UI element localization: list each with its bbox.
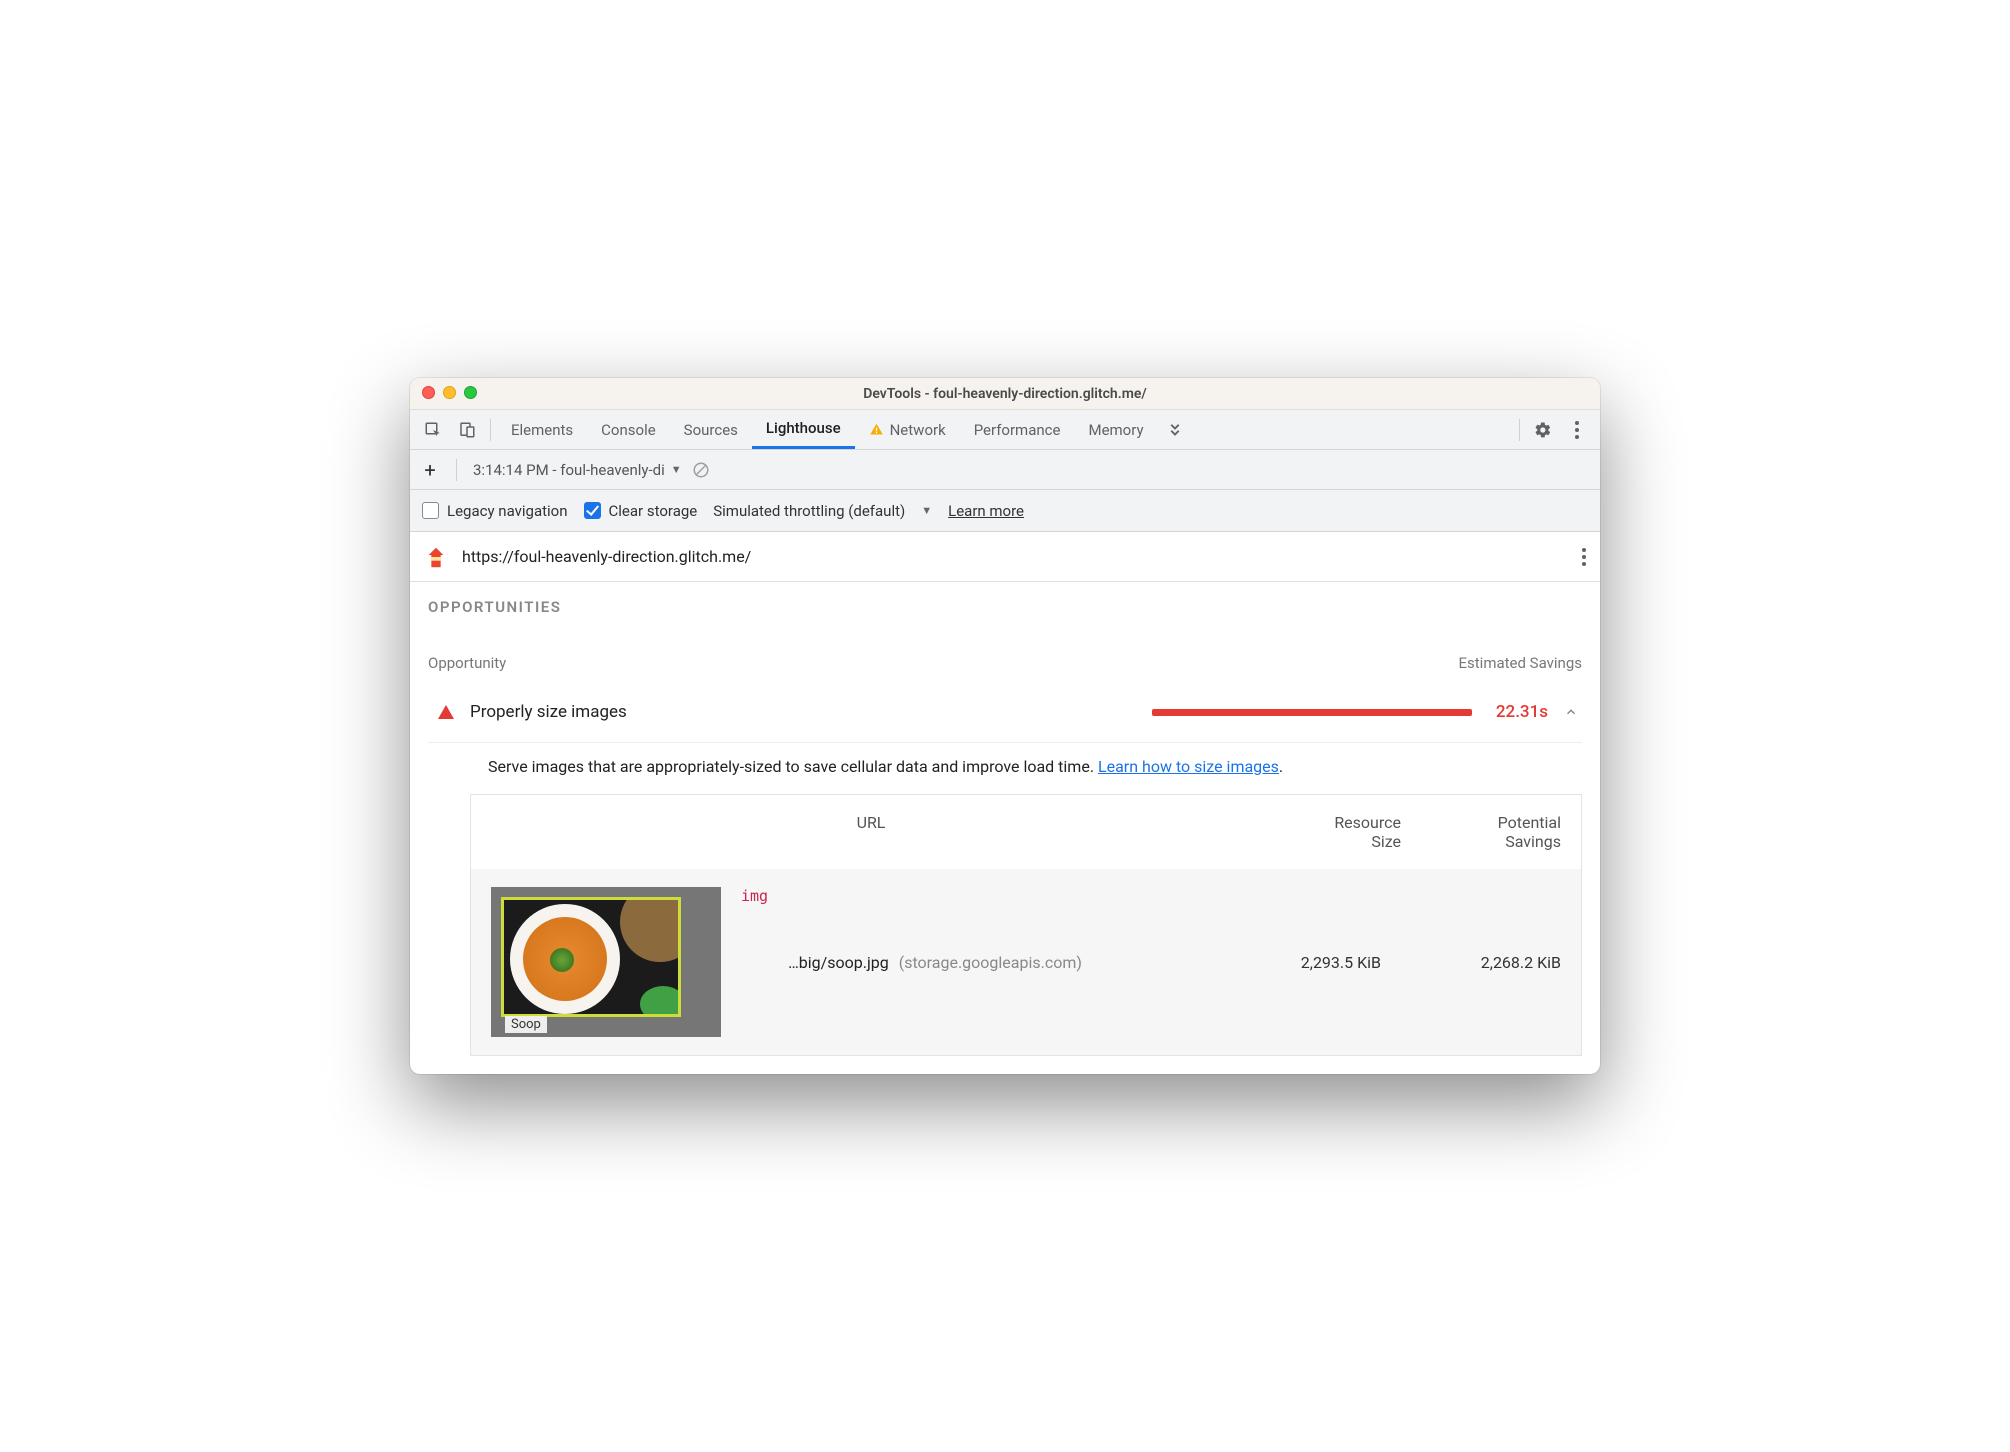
settings-gear-icon[interactable] (1530, 417, 1556, 443)
fail-triangle-icon (438, 705, 454, 719)
tab-sources[interactable]: Sources (670, 410, 752, 449)
clear-icon[interactable] (692, 461, 710, 479)
report-header: https://foul-heavenly-direction.glitch.m… (410, 532, 1600, 582)
checkbox-unchecked-icon (422, 502, 439, 519)
legacy-label: Legacy navigation (447, 502, 568, 520)
maximize-button[interactable] (464, 386, 477, 399)
divider (456, 459, 457, 481)
panel-tabs: Elements Console Sources Lighthouse Netw… (497, 410, 1158, 449)
device-toggle-icon[interactable] (454, 417, 480, 443)
opportunity-row[interactable]: Properly size images 22.31s (428, 682, 1582, 743)
table-row: Soop img …big/soop.jpg (storage.googleap… (471, 869, 1581, 1055)
element-tag: img (741, 887, 768, 905)
col-potential-savings: Potential Savings (1401, 813, 1561, 851)
opportunity-label: Properly size images (470, 702, 627, 722)
dropdown-caret-icon: ▼ (921, 504, 932, 517)
description-text: Serve images that are appropriately-size… (488, 757, 1098, 776)
learn-more-link[interactable]: Learn more (948, 502, 1024, 520)
window-controls (422, 386, 477, 399)
tab-performance[interactable]: Performance (960, 410, 1075, 449)
opportunity-details-table: URL Resource Size Potential Savings Soop (470, 794, 1582, 1056)
tab-console[interactable]: Console (587, 410, 670, 449)
clear-storage-label: Clear storage (609, 502, 698, 520)
tested-url: https://foul-heavenly-direction.glitch.m… (462, 547, 1568, 566)
learn-link[interactable]: Learn how to size images (1098, 757, 1279, 776)
savings-bar (1152, 709, 1472, 716)
col-opportunity: Opportunity (428, 654, 506, 672)
lighthouse-toolbar: + 3:14:14 PM - foul-heavenly-di ▼ (410, 450, 1600, 490)
new-report-button[interactable]: + (420, 458, 440, 482)
tab-elements[interactable]: Elements (497, 410, 587, 449)
kebab-menu-icon[interactable] (1564, 417, 1590, 443)
legacy-navigation-option[interactable]: Legacy navigation (422, 502, 568, 520)
throttle-label: Simulated throttling (default) (713, 502, 905, 520)
devtools-window: DevTools - foul-heavenly-direction.glitc… (410, 378, 1600, 1074)
period: . (1279, 757, 1283, 776)
report-menu-icon[interactable] (1582, 548, 1586, 566)
image-thumbnail[interactable]: Soop (491, 887, 721, 1037)
tab-memory[interactable]: Memory (1074, 410, 1157, 449)
more-tabs-icon[interactable] (1162, 417, 1188, 443)
col-resource-size: Resource Size (1251, 813, 1401, 851)
divider (1519, 419, 1520, 441)
lighthouse-options: Legacy navigation Clear storage Simulate… (410, 490, 1600, 532)
opportunities-header: Opportunity Estimated Savings (428, 654, 1582, 672)
thumb-caption: Soop (505, 1016, 547, 1033)
lighthouse-logo-icon (424, 544, 448, 570)
tab-network-label: Network (890, 421, 946, 439)
opportunity-description: Serve images that are appropriately-size… (428, 743, 1582, 794)
tab-lighthouse[interactable]: Lighthouse (752, 410, 855, 449)
inspect-element-icon[interactable] (420, 417, 446, 443)
section-title: OPPORTUNITIES (428, 598, 1582, 616)
tab-network[interactable]: Network (855, 410, 960, 449)
checkbox-checked-icon (584, 502, 601, 519)
potential-savings: 2,268.2 KiB (1401, 953, 1561, 972)
report-select[interactable]: 3:14:14 PM - foul-heavenly-di ▼ (473, 461, 682, 479)
resource-size: 2,293.5 KiB (1231, 953, 1381, 972)
col-url: URL (491, 813, 1251, 851)
resource-url[interactable]: …big/soop.jpg (storage.googleapis.com) (788, 953, 1211, 972)
table-header: URL Resource Size Potential Savings (471, 795, 1581, 869)
opportunities-section: OPPORTUNITIES Opportunity Estimated Savi… (410, 582, 1600, 794)
url-domain: (storage.googleapis.com) (899, 953, 1082, 972)
window-title: DevTools - foul-heavenly-direction.glitc… (863, 386, 1147, 402)
titlebar: DevTools - foul-heavenly-direction.glitc… (410, 378, 1600, 410)
clear-storage-option[interactable]: Clear storage (584, 502, 698, 520)
throttling-select[interactable]: Simulated throttling (default) ▼ (713, 502, 932, 520)
close-button[interactable] (422, 386, 435, 399)
divider (490, 419, 491, 441)
col-savings: Estimated Savings (1459, 654, 1583, 672)
dropdown-caret-icon: ▼ (671, 463, 682, 476)
warning-icon (869, 422, 884, 437)
savings-bar-wrap (627, 709, 1496, 716)
tabs-bar: Elements Console Sources Lighthouse Netw… (410, 410, 1600, 450)
chevron-up-icon (1564, 705, 1578, 719)
minimize-button[interactable] (443, 386, 456, 399)
savings-value: 22.31s (1496, 702, 1548, 722)
report-label: 3:14:14 PM - foul-heavenly-di (473, 461, 665, 479)
url-path: …big/soop.jpg (788, 953, 889, 972)
